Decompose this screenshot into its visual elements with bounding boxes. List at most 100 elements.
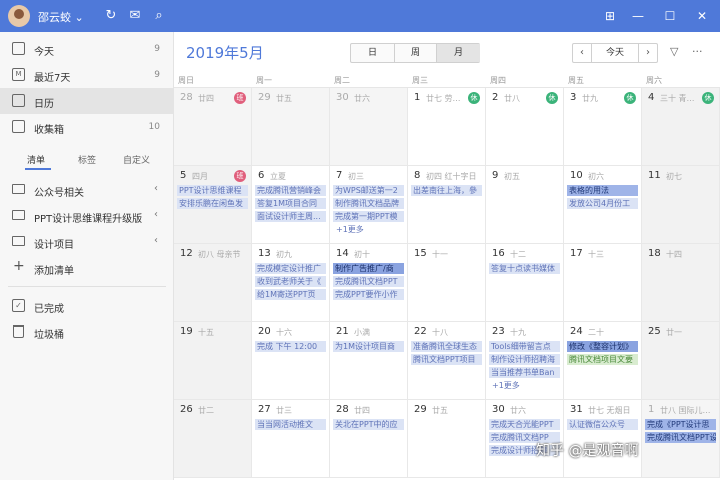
event-item[interactable]: 当当网活动推文 bbox=[255, 419, 326, 430]
event-item[interactable]: 当当推荐书单Ban bbox=[489, 367, 560, 378]
day-cell[interactable]: 30 廿六 完成天合光能PPT 完成腾讯文档PP 完成设计师招聘 bbox=[486, 400, 564, 478]
day-cell[interactable]: 25 廿一 bbox=[642, 322, 720, 400]
event-item[interactable]: 腾讯文档项目文要 bbox=[567, 354, 638, 365]
day-cell[interactable]: 2 廿八 休 bbox=[486, 88, 564, 166]
day-cell[interactable]: 5 四月 班 PPT设计思维课程 安排乐鹏在闲鱼发 bbox=[174, 166, 252, 244]
avatar[interactable] bbox=[8, 5, 30, 27]
tab-tags[interactable]: 标签 bbox=[78, 153, 96, 166]
day-cell[interactable]: 9 初五 bbox=[486, 166, 564, 244]
event-item[interactable]: PPT设计思维课程 bbox=[177, 185, 248, 196]
event-item[interactable]: 制作广告推广/商 bbox=[333, 263, 404, 274]
tab-lists[interactable]: 清单 bbox=[27, 153, 45, 166]
day-cell[interactable]: 22 十八 准备腾讯全球生态 腾讯文档PPT项目 bbox=[408, 322, 486, 400]
list-item-gongzhonghao[interactable]: 公众号相关 ‹ bbox=[0, 178, 174, 202]
sidebar-item-today[interactable]: 今天 9 bbox=[0, 36, 174, 62]
day-cell[interactable]: 30 廿六 bbox=[330, 88, 408, 166]
day-cell[interactable]: 3 廿九 休 bbox=[564, 88, 642, 166]
event-item[interactable]: 完成 下午 12:00 bbox=[255, 341, 326, 352]
event-item[interactable]: 出差南往上海，參 bbox=[411, 185, 482, 196]
add-list-button[interactable]: + 添加清单 bbox=[0, 256, 174, 280]
day-cell[interactable]: 8 初四 红十字日 出差南往上海，參 bbox=[408, 166, 486, 244]
event-item[interactable]: Tools细带留言点 bbox=[489, 341, 560, 352]
event-item[interactable]: 完成天合光能PPT bbox=[489, 419, 560, 430]
more-events-link[interactable]: +1更多 bbox=[492, 380, 520, 391]
sidebar-item-completed[interactable]: ✓ 已完成 bbox=[0, 294, 174, 318]
sidebar-item-calendar[interactable]: 日历 bbox=[0, 88, 174, 114]
day-cell[interactable]: 14 初十 制作广告推广/商 完成腾讯文档PPT 完成PPT要作小作 bbox=[330, 244, 408, 322]
day-cell[interactable]: 7 初三 为WPS邮送第一2 制作腾讯文档品牌 完成第一期PPT模 +1更多 bbox=[330, 166, 408, 244]
prev-month-button[interactable]: ‹ bbox=[573, 44, 591, 62]
event-item[interactable]: 完成腾讯文档PPT bbox=[333, 276, 404, 287]
maximize-button[interactable]: ☐ bbox=[660, 6, 680, 26]
view-month-button[interactable]: 月 bbox=[437, 44, 480, 62]
day-cell[interactable]: 19 十五 bbox=[174, 322, 252, 400]
event-item[interactable]: 完成《PPT设计思 bbox=[645, 419, 716, 430]
day-cell[interactable]: 31 廿七 无烟日 认证微信公众号 bbox=[564, 400, 642, 478]
day-cell[interactable]: 26 廿二 bbox=[174, 400, 252, 478]
event-item[interactable]: 完成腾讯营销峰会 bbox=[255, 185, 326, 196]
day-cell[interactable]: 17 十三 bbox=[564, 244, 642, 322]
pin-icon[interactable]: ⊞ bbox=[600, 6, 620, 26]
event-item[interactable]: 腾讯文档PPT项目 bbox=[411, 354, 482, 365]
event-item[interactable]: 关北在PPT中的应 bbox=[333, 419, 404, 430]
chevron-left-icon[interactable]: ‹ bbox=[154, 183, 158, 194]
day-cell[interactable]: 6 立夏 完成腾讯营销峰会 答复1M项目合同 面试设计师主周... bbox=[252, 166, 330, 244]
event-item[interactable]: 完成PPT要作小作 bbox=[333, 289, 404, 300]
event-item[interactable]: 完成模定设计推广 bbox=[255, 263, 326, 274]
day-cell[interactable]: 1 廿八 国际儿… 完成《PPT设计思 完成腾讯文档PPT设 bbox=[642, 400, 720, 478]
event-item[interactable]: 面试设计师主周... bbox=[255, 211, 326, 222]
day-cell[interactable]: 21 小满 为1M设计项目商 bbox=[330, 322, 408, 400]
event-item[interactable]: 完成第一期PPT模 bbox=[333, 211, 404, 222]
day-cell[interactable]: 29 廿五 bbox=[408, 400, 486, 478]
event-item[interactable]: 为1M设计项目商 bbox=[333, 341, 404, 352]
day-cell[interactable]: 27 廿三 当当网活动推文 bbox=[252, 400, 330, 478]
search-icon[interactable]: ⌕ bbox=[150, 7, 168, 25]
day-cell[interactable]: 12 初八 母亲节 bbox=[174, 244, 252, 322]
day-cell[interactable]: 24 二十 修改《整容计划》 腾讯文档项目文要 bbox=[564, 322, 642, 400]
sync-icon[interactable]: ↻ bbox=[102, 7, 120, 25]
next-month-button[interactable]: › bbox=[639, 44, 657, 62]
event-item[interactable]: 收到武老师关于《 bbox=[255, 276, 326, 287]
mail-icon[interactable]: ✉ bbox=[126, 7, 144, 25]
day-cell[interactable]: 29 廿五 bbox=[252, 88, 330, 166]
list-item-design-project[interactable]: 设计项目 ‹ bbox=[0, 230, 174, 254]
event-item[interactable]: 完成腾讯文档PPT设 bbox=[645, 432, 716, 443]
event-item[interactable]: 答复1M项目合同 bbox=[255, 198, 326, 209]
day-cell[interactable]: 4 三十 青… 休 bbox=[642, 88, 720, 166]
day-cell[interactable]: 28 廿四 班 bbox=[174, 88, 252, 166]
chevron-left-icon[interactable]: ‹ bbox=[154, 209, 158, 220]
day-cell[interactable]: 16 十二 答复十点读书媒体 bbox=[486, 244, 564, 322]
day-cell[interactable]: 28 廿四 关北在PPT中的应 bbox=[330, 400, 408, 478]
list-item-ppt-course[interactable]: PPT设计思维课程升级版 ‹ bbox=[0, 204, 174, 228]
event-item[interactable]: 答复十点读书媒体 bbox=[489, 263, 560, 274]
chevron-left-icon[interactable]: ‹ bbox=[154, 235, 158, 246]
event-item[interactable]: 制作设计师招聘海 bbox=[489, 354, 560, 365]
filter-icon[interactable]: ▽ bbox=[670, 45, 678, 58]
event-item[interactable]: 为WPS邮送第一2 bbox=[333, 185, 404, 196]
sidebar-item-inbox[interactable]: 收集箱 10 bbox=[0, 114, 174, 140]
day-cell[interactable]: 11 初七 bbox=[642, 166, 720, 244]
more-events-link[interactable]: +1更多 bbox=[336, 224, 364, 235]
view-day-button[interactable]: 日 bbox=[351, 44, 394, 62]
today-button[interactable]: 今天 bbox=[591, 44, 639, 62]
event-item[interactable]: 修改《整容计划》 bbox=[567, 341, 638, 352]
more-icon[interactable]: ··· bbox=[692, 45, 703, 58]
tab-custom[interactable]: 自定义 bbox=[123, 153, 150, 166]
minimize-button[interactable]: — bbox=[628, 6, 648, 26]
day-cell[interactable]: 10 初六 表格的用法 发放公司4月份工 bbox=[564, 166, 642, 244]
day-cell[interactable]: 1 廿七 劳… 休 bbox=[408, 88, 486, 166]
event-item[interactable]: 给1M寄送PPT页 bbox=[255, 289, 326, 300]
close-button[interactable]: ✕ bbox=[692, 6, 712, 26]
day-cell[interactable]: 18 十四 bbox=[642, 244, 720, 322]
event-item[interactable]: 制作腾讯文档品牌 bbox=[333, 198, 404, 209]
event-item[interactable]: 准备腾讯全球生态 bbox=[411, 341, 482, 352]
day-cell[interactable]: 13 初九 完成模定设计推广 收到武老师关于《 给1M寄送PPT页 bbox=[252, 244, 330, 322]
view-week-button[interactable]: 周 bbox=[394, 44, 437, 62]
username-menu[interactable]: 邵云蛟 ⌄ bbox=[38, 9, 84, 25]
day-cell[interactable]: 15 十一 bbox=[408, 244, 486, 322]
event-item[interactable]: 安排乐鹏在闲鱼发 bbox=[177, 198, 248, 209]
event-item[interactable]: 表格的用法 bbox=[567, 185, 638, 196]
day-cell[interactable]: 20 十六 完成 下午 12:00 bbox=[252, 322, 330, 400]
event-item[interactable]: 发放公司4月份工 bbox=[567, 198, 638, 209]
sidebar-item-next7days[interactable]: M 最近7天 9 bbox=[0, 62, 174, 88]
